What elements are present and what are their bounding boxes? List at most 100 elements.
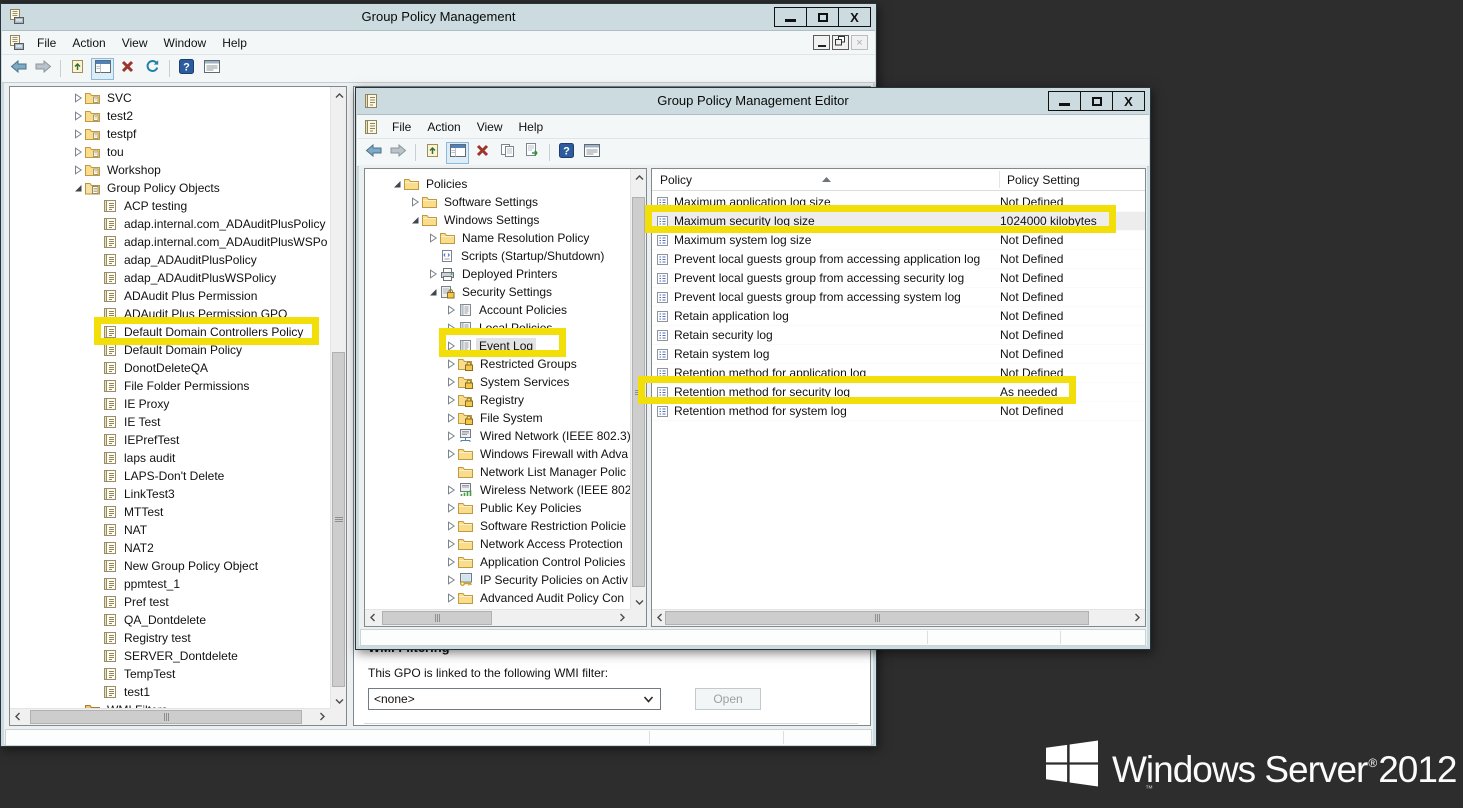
tree-item[interactable]: Network List Manager Polic (365, 463, 630, 481)
policy-row[interactable]: Retention method for application log Not … (652, 364, 1145, 383)
scroll-right-button[interactable] (614, 610, 630, 626)
menu-help[interactable]: Help (511, 116, 552, 138)
expander-collapsed-icon[interactable] (73, 165, 84, 175)
back-button[interactable] (362, 142, 385, 164)
tree-item[interactable]: Application Control Policies (365, 553, 630, 571)
policy-row[interactable]: Maximum application log size Not Defined (652, 193, 1145, 212)
policy-row[interactable]: Retention method for system log Not Defin… (652, 402, 1145, 421)
expander-collapsed-icon[interactable] (446, 449, 457, 459)
scrollbar-thumb[interactable] (382, 611, 492, 625)
delete-x-button[interactable] (471, 142, 494, 164)
minimize-button[interactable] (1048, 91, 1081, 111)
scroll-up-button[interactable] (631, 169, 646, 185)
tree-item[interactable]: MTTest (10, 503, 330, 521)
help-button[interactable]: ? (555, 142, 578, 164)
maximize-button[interactable] (806, 7, 839, 27)
scroll-down-button[interactable] (631, 593, 646, 609)
column-divider[interactable] (999, 171, 1000, 188)
tree-item[interactable]: Deployed Printers (365, 265, 630, 283)
tree-item[interactable]: File Folder Permissions (10, 377, 330, 395)
tree-item[interactable]: LAPS-Don't Delete (10, 467, 330, 485)
up-doc-button[interactable] (66, 58, 89, 80)
expander-collapsed-icon[interactable] (446, 377, 457, 387)
vertical-scrollbar[interactable] (330, 87, 346, 708)
policy-row[interactable]: Maximum security log size 1024000 kilobyt… (652, 212, 1145, 231)
expander-collapsed-icon[interactable] (446, 593, 457, 603)
tree-item[interactable]: Event Log (365, 337, 630, 355)
horizontal-scrollbar[interactable] (10, 708, 330, 725)
gpm-titlebar[interactable]: Group Policy Management X (1, 4, 876, 30)
minimize-button[interactable] (774, 7, 807, 27)
tree-item[interactable]: IE Test (10, 413, 330, 431)
scroll-left-button[interactable] (10, 709, 26, 725)
tree-item[interactable]: Policies (365, 175, 630, 193)
tree-item[interactable]: Network Access Protection (365, 535, 630, 553)
scrollbar-thumb[interactable] (30, 710, 302, 724)
tree-item[interactable]: LinkTest3 (10, 485, 330, 503)
tree-item[interactable]: ACP testing (10, 197, 330, 215)
tree-item[interactable]: Registry test (10, 629, 330, 647)
close-button[interactable]: X (838, 7, 871, 27)
tree-item[interactable]: System Services (365, 373, 630, 391)
tree-item[interactable]: Local Policies (365, 319, 630, 337)
copy-button[interactable] (496, 142, 519, 164)
policy-row[interactable]: Retain application log Not Defined (652, 307, 1145, 326)
tree-item[interactable]: adap_ADAuditPlusWSPolicy (10, 269, 330, 287)
scroll-up-button[interactable] (331, 87, 346, 103)
expander-collapsed-icon[interactable] (446, 521, 457, 531)
expander-collapsed-icon[interactable] (410, 197, 421, 207)
tree-item[interactable]: Public Key Policies (365, 499, 630, 517)
expander-collapsed-icon[interactable] (446, 341, 457, 351)
tree-item[interactable]: WMI Filters (10, 701, 330, 708)
tree-item[interactable]: ADAudit Plus Permission (10, 287, 330, 305)
tree-item[interactable]: Wired Network (IEEE 802.3) (365, 427, 630, 445)
expander-collapsed-icon[interactable] (428, 233, 439, 243)
expander-collapsed-icon[interactable] (446, 323, 457, 333)
expander-expanded-icon[interactable] (73, 183, 84, 193)
menu-view[interactable]: View (114, 32, 156, 54)
back-button[interactable] (7, 58, 30, 80)
help-button[interactable]: ? (175, 58, 198, 80)
tree-item[interactable]: laps audit (10, 449, 330, 467)
scrollbar-thumb[interactable] (665, 611, 1089, 625)
expander-collapsed-icon[interactable] (446, 485, 457, 495)
tree-item[interactable]: Security Settings (365, 283, 630, 301)
tree-item[interactable]: Windows Firewall with Adva (365, 445, 630, 463)
expander-collapsed-icon[interactable] (446, 557, 457, 567)
expander-collapsed-icon[interactable] (446, 359, 457, 369)
tree-item[interactable]: New Group Policy Object (10, 557, 330, 575)
tree-item[interactable]: ppmtest_1 (10, 575, 330, 593)
policy-row[interactable]: Prevent local guests group from accessin… (652, 250, 1145, 269)
column-header-policy[interactable]: Policy (660, 173, 692, 187)
tree-item[interactable]: test2 (10, 107, 330, 125)
tree-item[interactable]: adap_ADAuditPlusPolicy (10, 251, 330, 269)
menu-help[interactable]: Help (214, 32, 255, 54)
console-window-button[interactable] (91, 57, 114, 80)
wmi-filter-combobox[interactable]: <none> (368, 688, 661, 710)
tree-item[interactable]: ADAudit Plus Permission GPO (10, 305, 330, 323)
expander-expanded-icon[interactable] (428, 287, 439, 297)
menu-view[interactable]: View (469, 116, 511, 138)
tree-item[interactable]: Registry (365, 391, 630, 409)
tree-item[interactable]: tou (10, 143, 330, 161)
tree-item[interactable]: IP Security Policies on Activ (365, 571, 630, 589)
expander-collapsed-icon[interactable] (446, 395, 457, 405)
tree-item[interactable]: Name Resolution Policy (365, 229, 630, 247)
expander-collapsed-icon[interactable] (73, 129, 84, 139)
export-doc-button[interactable] (521, 142, 544, 164)
tree-item[interactable]: File System (365, 409, 630, 427)
tree-item[interactable]: SVC (10, 89, 330, 107)
expander-expanded-icon[interactable] (392, 179, 403, 189)
expander-expanded-icon[interactable] (410, 215, 421, 225)
expander-collapsed-icon[interactable] (446, 431, 457, 441)
close-button[interactable]: X (1112, 91, 1145, 111)
scroll-left-button[interactable] (365, 610, 381, 626)
menu-file[interactable]: File (29, 32, 64, 54)
menu-file[interactable]: File (384, 116, 419, 138)
tree-item[interactable]: Restricted Groups (365, 355, 630, 373)
policy-row[interactable]: Retention method for security log As need… (652, 383, 1145, 402)
tree-item[interactable]: Default Domain Controllers Policy (10, 323, 330, 341)
delete-x-button[interactable] (116, 58, 139, 80)
expander-collapsed-icon[interactable] (428, 269, 439, 279)
scroll-right-button[interactable] (1129, 610, 1145, 626)
